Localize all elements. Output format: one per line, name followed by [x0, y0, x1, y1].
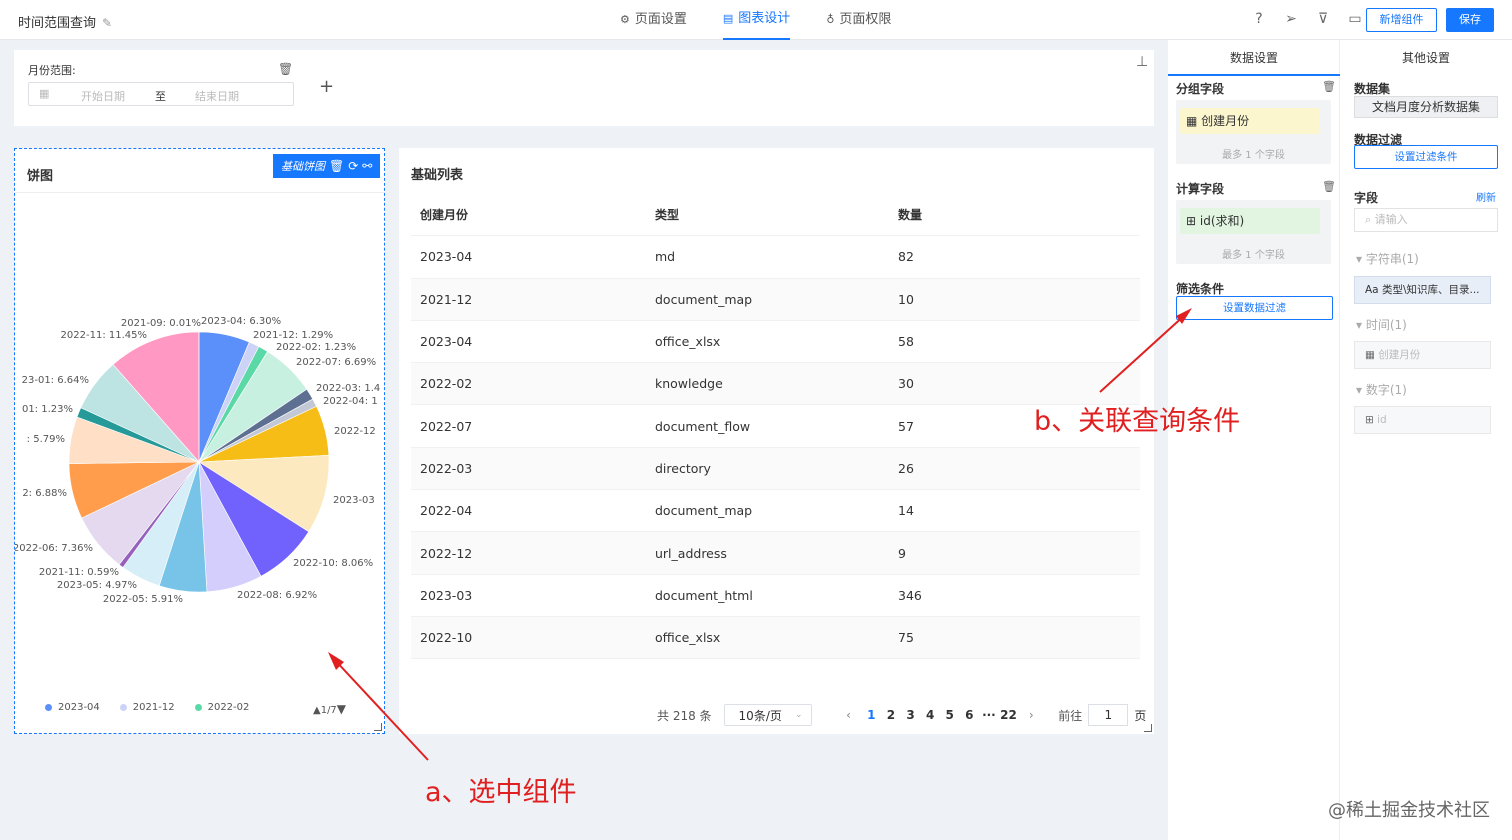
- arrow-a-line: [332, 657, 429, 761]
- annotation-b: b、关联查询条件: [1034, 406, 1241, 437]
- arrow-b-line: [1099, 313, 1187, 393]
- watermark: @稀土掘金技术社区: [1328, 800, 1490, 821]
- annotation-arrows: [328, 308, 1192, 761]
- annotation-a: a、选中组件: [425, 777, 577, 808]
